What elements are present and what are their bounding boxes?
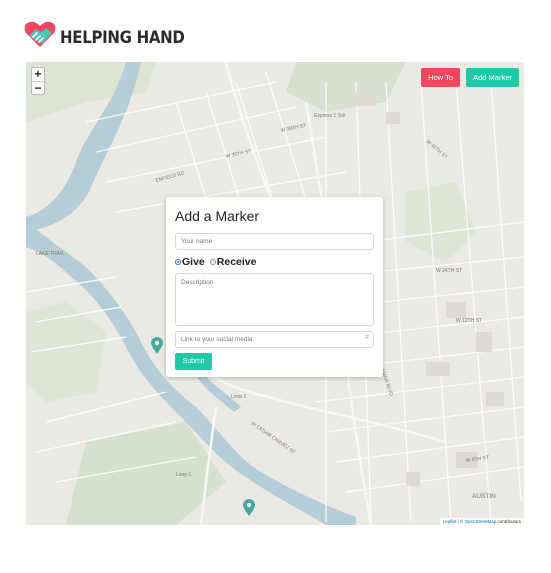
submit-button[interactable]: Submit	[175, 353, 212, 370]
name-input[interactable]	[175, 233, 374, 250]
radio-unchecked-icon[interactable]	[209, 259, 216, 265]
give-radio[interactable]: Give	[175, 256, 205, 268]
header: HELPING HAND	[24, 16, 185, 52]
brand-name: HELPING HAND	[60, 26, 185, 47]
description-textarea[interactable]	[175, 273, 374, 326]
receive-radio[interactable]: Receive	[209, 256, 257, 268]
map-attribution: Leaflet | © OpenStreetMap contributors	[439, 518, 524, 525]
map-label-lake-trail: LAKE TRAIL	[36, 251, 64, 257]
map-pin-icon[interactable]	[243, 499, 255, 516]
map-label-w-12th: W 12TH ST	[456, 318, 482, 324]
zoom-control: + −	[31, 67, 45, 95]
map-label-express-toll: Express 1 Toll	[314, 113, 345, 119]
add-marker-button[interactable]: Add Marker	[466, 68, 519, 87]
social-link-input[interactable]	[175, 331, 374, 348]
map-label-loop1-a: Loop 1	[231, 394, 247, 400]
give-label: Give	[182, 256, 205, 268]
map-pin-icon[interactable]	[151, 337, 163, 354]
add-marker-modal: Add a Marker Give Receive # Submit	[166, 197, 383, 377]
zoom-in-button[interactable]: +	[32, 68, 44, 81]
map-label-w-24th: W 24TH ST	[436, 268, 462, 274]
leaflet-link[interactable]: Leaflet	[443, 519, 457, 524]
map-label-loop1-b: Loop 1	[176, 472, 192, 478]
attribution-tail: contributors	[496, 519, 521, 524]
map[interactable]: Express 1 Toll Loop 1 Loop 1 LAKE TRAIL …	[26, 62, 524, 525]
social-link-wrapper: #	[175, 331, 374, 348]
osm-link[interactable]: OpenStreetMap	[464, 519, 496, 524]
how-to-button[interactable]: How To	[421, 68, 460, 87]
hash-icon: #	[365, 334, 369, 341]
radio-checked-icon[interactable]	[175, 259, 181, 265]
zoom-out-button[interactable]: −	[32, 81, 44, 94]
modal-title: Add a Marker	[175, 208, 260, 224]
type-radio-group: Give Receive	[175, 255, 374, 269]
receive-label: Receive	[216, 256, 257, 268]
heart-handshake-icon	[24, 21, 56, 47]
map-label-austin: AUSTIN	[472, 493, 496, 500]
